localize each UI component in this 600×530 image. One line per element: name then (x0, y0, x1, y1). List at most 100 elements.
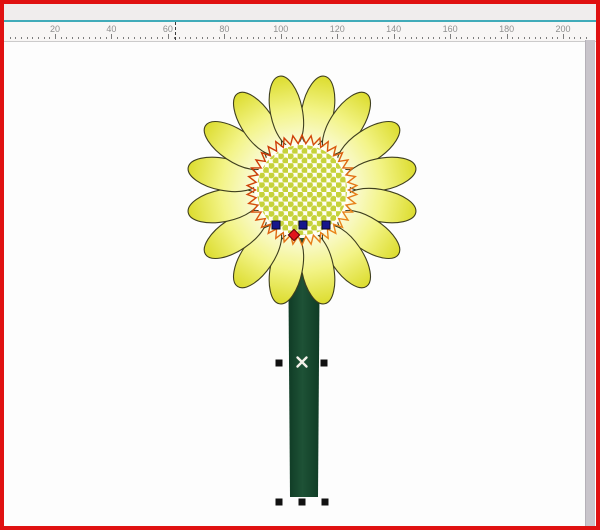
ruler-minor-tick (314, 37, 316, 39)
ruler-minor-tick (472, 37, 474, 39)
ruler-minor-tick (585, 37, 587, 39)
node-handle[interactable] (298, 220, 308, 230)
ruler-minor-tick (263, 37, 265, 39)
ruler-minor-tick (235, 37, 237, 39)
ruler-minor-tick (156, 37, 158, 39)
ruler-minor-tick (399, 37, 401, 39)
selection-handle[interactable] (275, 498, 283, 506)
ruler-minor-tick (433, 37, 435, 39)
ruler-minor-tick (26, 37, 28, 39)
ruler-minor-tick (286, 37, 288, 39)
ruler-minor-tick (32, 37, 34, 39)
ruler-major-tick (224, 34, 226, 39)
selection-handle[interactable] (320, 359, 328, 367)
ruler-minor-tick (574, 37, 576, 39)
ruler-minor-tick (229, 37, 231, 39)
ruler-label: 140 (386, 24, 402, 34)
ruler-minor-tick (122, 37, 124, 39)
ruler-minor-tick (218, 37, 220, 39)
ruler-major-tick (450, 34, 452, 39)
ruler-minor-tick (49, 37, 51, 39)
ruler-major-tick (280, 34, 282, 39)
ruler-minor-tick (371, 37, 373, 39)
ruler-minor-tick (489, 37, 491, 39)
ruler-minor-tick (292, 37, 294, 39)
ruler-minor-tick (134, 37, 136, 39)
drawing-canvas[interactable] (4, 4, 596, 526)
ruler-label: 100 (273, 24, 289, 34)
ruler-minor-tick (348, 37, 350, 39)
ruler-minor-tick (269, 37, 271, 39)
ruler-minor-tick (534, 37, 536, 39)
ruler-minor-tick (15, 37, 17, 39)
ruler-minor-tick (77, 37, 79, 39)
ruler-minor-tick (320, 37, 322, 39)
window-top-strip (4, 4, 596, 20)
selection-handle[interactable] (275, 359, 283, 367)
vertical-scrollbar[interactable] (585, 40, 595, 526)
ruler-minor-tick (241, 37, 243, 39)
ruler-minor-tick (297, 37, 299, 39)
ruler-minor-tick (252, 37, 254, 39)
ruler-minor-tick (184, 37, 186, 39)
ruler-minor-tick (38, 37, 40, 39)
ruler-major-tick (563, 34, 565, 39)
ruler-label: 160 (442, 24, 458, 34)
ruler-minor-tick (359, 37, 361, 39)
ruler-minor-tick (579, 37, 581, 39)
ruler-minor-tick (66, 37, 68, 39)
ruler-label: 60 (162, 24, 173, 34)
ruler-minor-tick (421, 37, 423, 39)
node-handle[interactable] (321, 220, 331, 230)
ruler-label: 180 (499, 24, 515, 34)
ruler-minor-tick (83, 37, 85, 39)
ruler-minor-tick (88, 37, 90, 39)
ruler-minor-tick (388, 37, 390, 39)
ruler-minor-tick (71, 37, 73, 39)
ruler-minor-tick (540, 37, 542, 39)
ruler-minor-tick (551, 37, 553, 39)
app-window: 20 40 60 80 100 120 140 160 180 200 (0, 0, 600, 530)
ruler-minor-tick (179, 37, 181, 39)
ruler-minor-tick (382, 37, 384, 39)
ruler-minor-tick (354, 37, 356, 39)
ruler-label: 40 (106, 24, 117, 34)
ruler-label: 80 (219, 24, 230, 34)
ruler-minor-tick (546, 37, 548, 39)
ruler-minor-tick (557, 37, 559, 39)
ruler-minor-tick (100, 37, 102, 39)
ruler-major-tick (111, 34, 113, 39)
node-handle[interactable] (271, 220, 281, 230)
ruler-major-tick (393, 34, 395, 39)
ruler-minor-tick (150, 37, 152, 39)
selection-handle[interactable] (321, 498, 329, 506)
ruler-minor-tick (94, 37, 96, 39)
ruler-minor-tick (9, 37, 11, 39)
ruler-minor-tick (139, 37, 141, 39)
ruler-minor-tick (444, 37, 446, 39)
ruler-minor-tick (309, 37, 311, 39)
ruler-minor-tick (207, 37, 209, 39)
ruler-label: 120 (329, 24, 345, 34)
ruler-minor-tick (43, 37, 45, 39)
ruler-label: 20 (49, 24, 60, 34)
ruler-minor-tick (529, 37, 531, 39)
ruler-minor-tick (117, 37, 119, 39)
ruler-minor-tick (376, 37, 378, 39)
ruler-minor-tick (21, 37, 23, 39)
ruler-minor-tick (201, 37, 203, 39)
horizontal-ruler[interactable]: 20 40 60 80 100 120 140 160 180 200 (4, 22, 596, 42)
ruler-minor-tick (331, 37, 333, 39)
ruler-minor-tick (128, 37, 130, 39)
ruler-minor-tick (303, 37, 305, 39)
ruler-minor-tick (258, 37, 260, 39)
ruler-minor-tick (461, 37, 463, 39)
ruler-minor-tick (60, 37, 62, 39)
ruler-minor-tick (196, 37, 198, 39)
ruler-minor-tick (162, 37, 164, 39)
ruler-minor-tick (455, 37, 457, 39)
ruler-minor-tick (246, 37, 248, 39)
ruler-minor-tick (145, 37, 147, 39)
ruler-minor-tick (512, 37, 514, 39)
selection-handle[interactable] (298, 498, 306, 506)
